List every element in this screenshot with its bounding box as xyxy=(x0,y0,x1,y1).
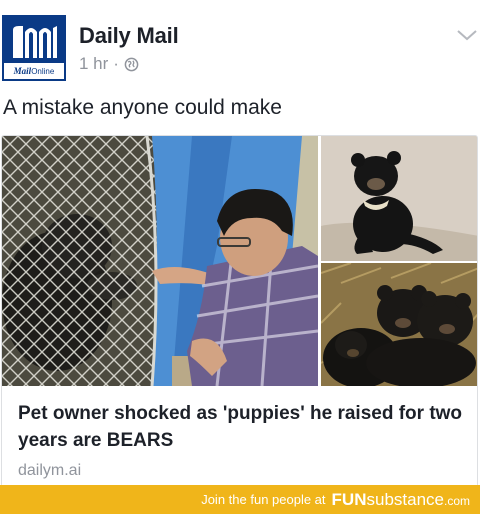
logo-wordmark: Mail Online xyxy=(4,63,64,79)
article-domain: dailym.ai xyxy=(18,462,82,479)
bear-cubs-photo[interactable] xyxy=(321,263,477,386)
funsubstance-logo: FUNsubstance.com xyxy=(332,490,470,510)
brand-tld: .com xyxy=(443,493,470,508)
funsubstance-footer: Join the fun people at FUNsubstance.com xyxy=(0,485,480,514)
timestamp[interactable]: 1 hr xyxy=(79,54,108,74)
page-name[interactable]: Daily Mail xyxy=(79,23,179,49)
mail-online-logo[interactable]: Mail Online xyxy=(2,15,66,81)
logo-mail-text: Mail xyxy=(13,66,32,76)
article-headline[interactable]: Pet owner shocked as 'puppies' he raised… xyxy=(18,400,463,454)
post-meta: 1 hr · xyxy=(79,54,139,74)
footer-text: Join the fun people at xyxy=(201,492,326,507)
dm-monogram-icon xyxy=(13,26,57,58)
man-feeding-bear-illustration xyxy=(2,136,318,386)
post-caption: A mistake anyone could make xyxy=(3,96,282,119)
link-card[interactable]: Pet owner shocked as 'puppies' he raised… xyxy=(1,135,478,487)
sitting-bear-cub-photo[interactable] xyxy=(321,136,477,261)
bear-cubs-illustration xyxy=(321,263,477,386)
brand-substance: substance xyxy=(366,489,444,509)
man-feeding-bear-photo[interactable] xyxy=(2,136,318,386)
brand-fun: FUN xyxy=(331,489,367,509)
sitting-bear-cub-illustration xyxy=(321,136,477,261)
logo-online-text: Online xyxy=(31,66,55,76)
globe-icon xyxy=(124,57,139,71)
link-card-text[interactable]: Pet owner shocked as 'puppies' he raised… xyxy=(2,386,477,486)
post-header: Mail Online Daily Mail 1 hr · xyxy=(0,0,480,90)
chevron-down-icon[interactable] xyxy=(456,28,478,42)
meta-separator: · xyxy=(113,54,119,73)
